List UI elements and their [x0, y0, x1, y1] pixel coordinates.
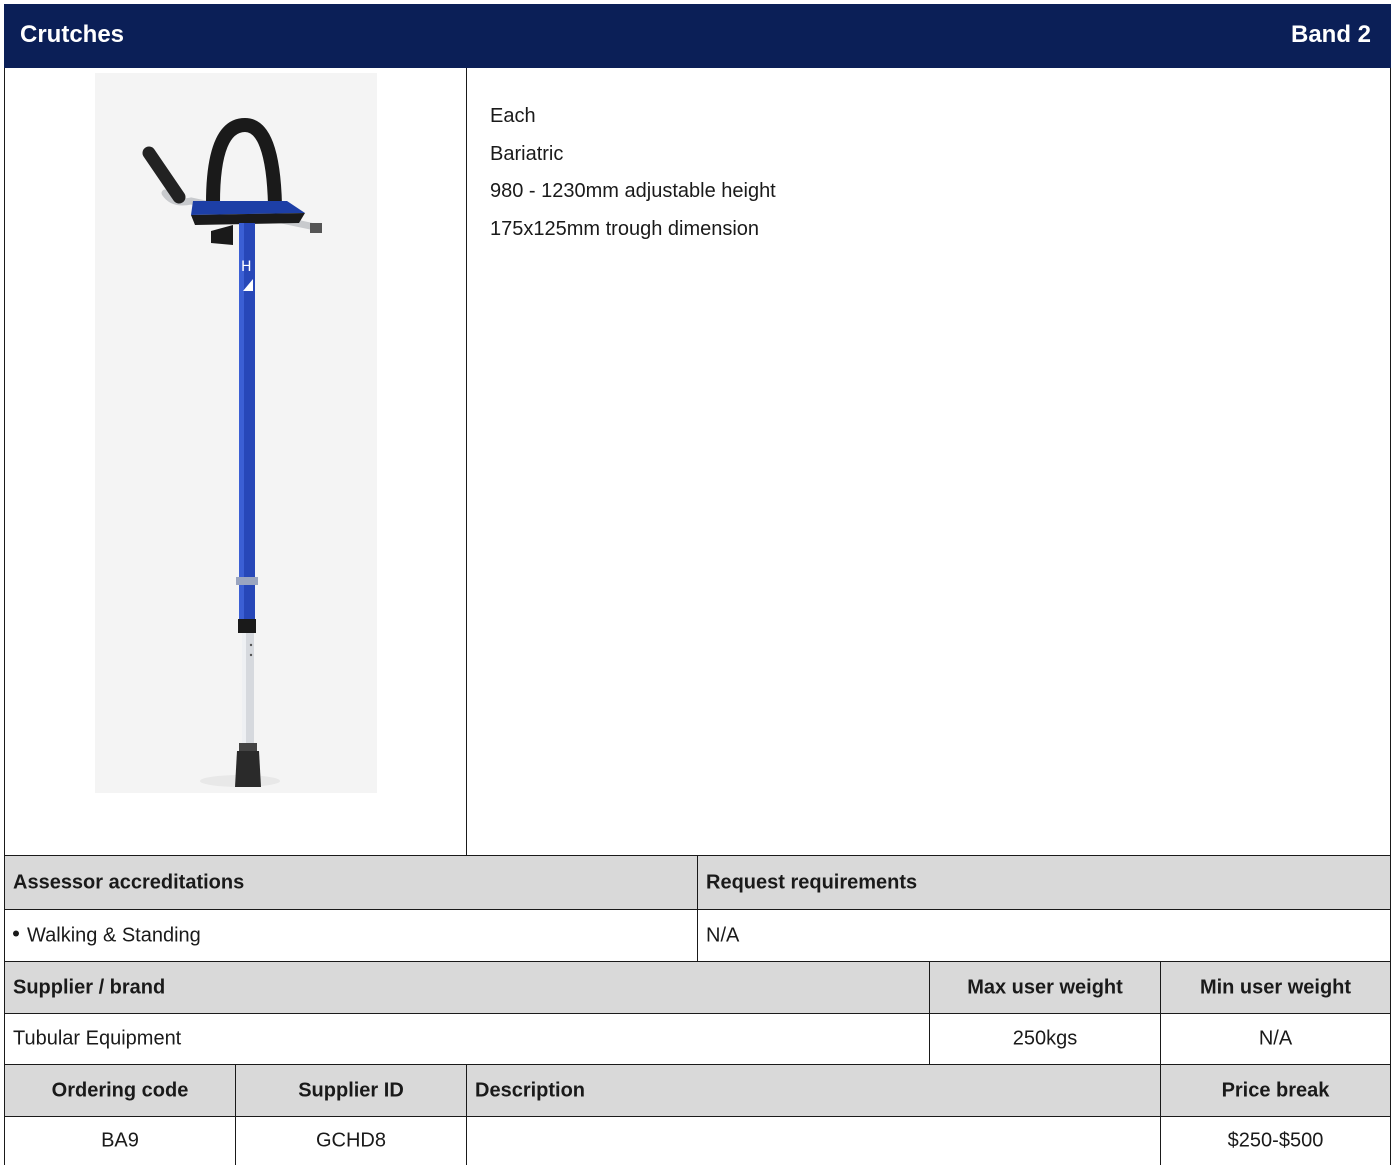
- price-break-value: $250-$500: [1161, 1117, 1391, 1165]
- accreditations-value: Walking & Standing: [4, 910, 698, 962]
- accreditations-header: Assessor accreditations: [4, 856, 698, 910]
- min-weight-header-label: Min user weight: [1199, 976, 1352, 998]
- ordering-code-value: BA9: [4, 1117, 236, 1165]
- product-image-cell: H: [4, 68, 467, 856]
- price-break-header: Price break: [1161, 1065, 1391, 1117]
- accreditations-header-label: Assessor accreditations: [13, 871, 245, 893]
- accreditation-item-label: Walking & Standing: [27, 924, 201, 946]
- supplier-id-value-label: GCHD8: [315, 1129, 386, 1152]
- product-sheet: Crutches Band 2 H Each Bariatric 980 - 1…: [4, 4, 1391, 1165]
- supplier-id-value: GCHD8: [236, 1117, 467, 1165]
- band-label: Band 2: [1290, 21, 1371, 48]
- min-weight-header: Min user weight: [1161, 962, 1391, 1014]
- description-header-label: Description: [475, 1079, 586, 1101]
- description-line: 980 - 1230mm adjustable height: [490, 180, 776, 202]
- requirements-header-label: Request requirements: [706, 871, 918, 893]
- max-weight-value: 250kgs: [930, 1014, 1161, 1065]
- requirements-value: N/A: [698, 910, 1391, 962]
- supplier-value-label: Tubular Equipment: [13, 1027, 182, 1050]
- price-break-header-label: Price break: [1221, 1079, 1330, 1101]
- min-weight-value-label: N/A: [1258, 1027, 1293, 1050]
- description-line: Bariatric: [490, 142, 564, 165]
- min-weight-value: N/A: [1161, 1014, 1391, 1065]
- ordering-code-header-label: Ordering code: [51, 1079, 189, 1101]
- product-title: Crutches: [20, 21, 125, 48]
- ordering-code-value-label: BA9: [101, 1129, 139, 1152]
- description-value: [467, 1117, 1161, 1165]
- product-description-cell: Each Bariatric 980 - 1230mm adjustable h…: [467, 68, 1391, 856]
- requirements-header: Request requirements: [698, 856, 1391, 910]
- product-header: Crutches Band 2: [4, 4, 1391, 68]
- max-weight-header-label: Max user weight: [967, 976, 1123, 998]
- description-header: Description: [467, 1065, 1161, 1117]
- supplier-id-header-label: Supplier ID: [298, 1079, 404, 1101]
- accreditation-item: Walking & Standing: [13, 924, 201, 947]
- max-weight-header: Max user weight: [930, 962, 1161, 1014]
- max-weight-value-label: 250kgs: [1012, 1027, 1078, 1050]
- supplier-value: Tubular Equipment: [4, 1014, 930, 1065]
- crutch-image: H: [95, 73, 377, 793]
- product-description-list: Each Bariatric 980 - 1230mm adjustable h…: [490, 98, 776, 248]
- supplier-header-label: Supplier / brand: [13, 976, 166, 998]
- ordering-code-header: Ordering code: [4, 1065, 236, 1117]
- supplier-header: Supplier / brand: [4, 962, 930, 1014]
- description-line: 175x125mm trough dimension: [490, 217, 760, 240]
- svg-text:H: H: [241, 259, 252, 275]
- requirements-value-label: N/A: [706, 924, 740, 946]
- price-break-value-label: $250-$500: [1227, 1129, 1324, 1152]
- supplier-id-header: Supplier ID: [236, 1065, 467, 1117]
- bullet-icon: [13, 930, 19, 937]
- description-line: Each: [490, 105, 536, 127]
